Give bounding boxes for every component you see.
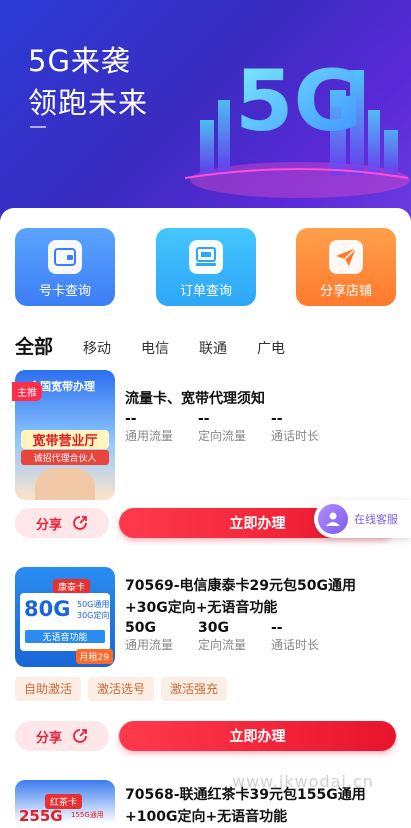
stat-value: 50G (125, 620, 156, 636)
tab-telecom[interactable]: 电信 (141, 338, 169, 358)
stat-value: -- (271, 620, 283, 636)
stat-label: 通话时长 (271, 429, 320, 443)
product-title[interactable]: 70569-电信康泰卡29元包50G通用+30G定向+无语音功能 (125, 575, 395, 619)
thumb-note1: 155G通用 (71, 811, 104, 819)
thumb-card-name: 康泰卡 (53, 579, 91, 594)
order-query-button[interactable]: 订单查询 (156, 228, 256, 306)
city-5g-illustration: 5G (184, 52, 410, 198)
stat-label: 通用流量 (125, 429, 174, 443)
thumb-note2: 30G定向 (77, 611, 110, 620)
product-thumbnail: 红茶卡 255G 155G通用 (15, 780, 115, 823)
banner-divider (30, 126, 46, 128)
banner-title-line2: 领跑未来 (28, 86, 149, 120)
tag: 激活选号 (88, 677, 155, 701)
banner-title: 5G来袭 领跑未来 (28, 40, 148, 124)
share-icon (73, 729, 87, 743)
people-illustration (35, 468, 95, 500)
product-tags: 自助激活 激活选号 激活强充 (15, 677, 234, 701)
product-stats: -- 通用流量 -- 定向流量 -- 通话时长 (125, 410, 344, 444)
share-shop-label: 分享店铺 (319, 284, 372, 299)
hero-banner[interactable]: 5G来袭 领跑未来 5G (0, 0, 411, 230)
online-service-button[interactable]: 在线客服 (314, 500, 411, 538)
share-label: 分享 (35, 517, 62, 533)
share-button[interactable]: 分享 (15, 721, 109, 751)
share-button[interactable]: 分享 (15, 508, 109, 538)
tag: 自助激活 (15, 677, 82, 701)
thumb-note1: 50G通用 (77, 600, 110, 609)
stat-general: -- 通用流量 (125, 410, 198, 444)
product-thumbnail: 康泰卡 80G 50G通用 30G定向 无语音功能 月租29 (15, 567, 115, 667)
stat-directed: -- 定向流量 (198, 410, 271, 444)
product-stats: 50G 通用流量 30G 定向流量 -- 通话时长 (125, 619, 344, 653)
stat-label: 通话时长 (271, 638, 320, 652)
tag: 激活强充 (161, 677, 228, 701)
tab-all[interactable]: 全部 (15, 332, 56, 361)
share-label: 分享 (35, 730, 62, 746)
tab-unicom[interactable]: 联通 (199, 338, 227, 358)
stat-label: 通用流量 (125, 638, 174, 652)
thumb-voice: 无语音功能 (25, 630, 105, 643)
apply-button[interactable]: 立即办理 (119, 721, 396, 751)
thumb-flow: 255G (19, 807, 63, 824)
stat-calls: -- 通话时长 (271, 410, 344, 444)
stat-value: -- (198, 411, 210, 427)
send-icon (329, 240, 363, 274)
sim-card-icon (48, 240, 82, 274)
banner-title-line1: 5G来袭 (28, 44, 131, 78)
order-icon (189, 240, 223, 274)
thumb-sub2: 诚招代理合伙人 (21, 450, 109, 465)
banner-5g-text: 5G (235, 52, 362, 150)
product-title[interactable]: 流量卡、宽带代理须知 (125, 388, 395, 410)
share-icon (73, 516, 87, 530)
stat-value: -- (271, 411, 283, 427)
sim-query-button[interactable]: 号卡查询 (15, 228, 115, 306)
share-shop-button[interactable]: 分享店铺 (296, 228, 396, 306)
watermark: www.jkwodai.cn (232, 772, 374, 791)
online-service-label: 在线客服 (354, 513, 398, 526)
thumb-sub: 宽带营业厅 (21, 430, 109, 449)
stat-label: 定向流量 (198, 638, 247, 652)
stat-value: 30G (198, 620, 229, 636)
stat-general: 50G 通用流量 (125, 619, 198, 653)
agent-icon (318, 504, 348, 534)
stat-calls: -- 通话时长 (271, 619, 344, 653)
featured-badge: 主推 (12, 382, 42, 401)
thumb-price: 月租29 (75, 649, 113, 664)
stat-directed: 30G 定向流量 (198, 619, 271, 653)
thumb-flow: 80G (24, 597, 71, 621)
carrier-tabs: 全部 移动 电信 联通 广电 (15, 332, 315, 361)
order-query-label: 订单查询 (179, 284, 232, 299)
tab-mobile[interactable]: 移动 (83, 338, 111, 358)
sim-query-label: 号卡查询 (38, 284, 91, 299)
stat-label: 定向流量 (198, 429, 247, 443)
tab-broadcast[interactable]: 广电 (257, 338, 285, 358)
stat-value: -- (125, 411, 137, 427)
